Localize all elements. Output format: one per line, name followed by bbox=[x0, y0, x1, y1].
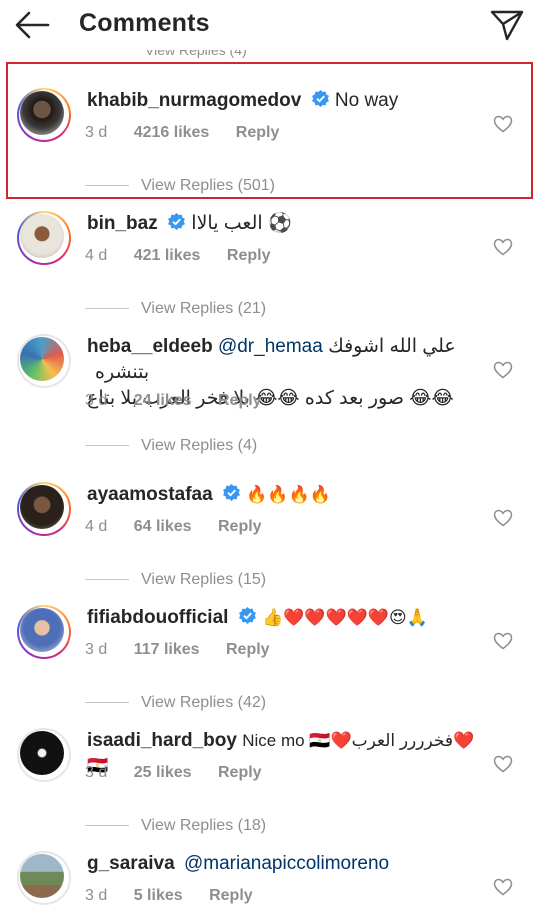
verified-badge-icon bbox=[311, 89, 329, 108]
view-replies-label: View Replies (18) bbox=[141, 817, 267, 834]
paper-plane-icon[interactable] bbox=[490, 9, 524, 41]
avatar[interactable] bbox=[17, 334, 71, 388]
reply-button[interactable]: Reply bbox=[227, 247, 271, 264]
avatar[interactable] bbox=[17, 482, 71, 536]
avatar[interactable] bbox=[17, 728, 71, 782]
comment-username[interactable]: fifiabdouofficial bbox=[87, 607, 228, 628]
likes-count[interactable]: 24 likes bbox=[134, 392, 192, 409]
avatar[interactable] bbox=[17, 211, 71, 265]
comment-item: g_saraiva @marianapiccolimoreno 3 d 5 li… bbox=[0, 839, 541, 920]
view-replies-label: View Replies (4) bbox=[141, 437, 258, 454]
comment-text: 🔥🔥🔥🔥 bbox=[246, 485, 331, 504]
comment-mention[interactable]: @dr_hemaa bbox=[218, 336, 323, 357]
likes-count[interactable]: 25 likes bbox=[134, 764, 192, 781]
comment-username[interactable]: bin_baz bbox=[87, 213, 158, 234]
reply-button[interactable]: Reply bbox=[209, 887, 253, 904]
comment-age: 3 d bbox=[85, 764, 108, 781]
page-title: Comments bbox=[79, 9, 210, 37]
likes-count[interactable]: 64 likes bbox=[134, 518, 192, 535]
comment-text: 👍❤️❤️❤️❤️❤️😍🙏 bbox=[262, 608, 428, 627]
likes-count[interactable]: 4216 likes bbox=[134, 124, 210, 141]
comment-text: العب يالاا ⚽ bbox=[191, 213, 292, 234]
verified-badge-icon bbox=[223, 483, 240, 502]
view-replies-link[interactable]: View Replies (15) bbox=[85, 571, 266, 589]
comment-age: 3 d bbox=[85, 887, 108, 904]
comment-age: 3 d bbox=[85, 392, 108, 409]
avatar[interactable] bbox=[17, 88, 71, 142]
view-replies-link[interactable]: View Replies (21) bbox=[85, 300, 266, 318]
heart-icon[interactable] bbox=[493, 115, 513, 133]
comment-item: ayaamostafaa 🔥🔥🔥🔥 4 d 64 likes Reply Vie… bbox=[0, 470, 541, 593]
comment-item: heba__eldeeb @dr_hemaa علي الله اشوفك بت… bbox=[0, 322, 541, 470]
heart-icon[interactable] bbox=[493, 632, 513, 650]
comment-username[interactable]: isaadi_hard_boy bbox=[87, 730, 237, 751]
heart-icon[interactable] bbox=[493, 509, 513, 527]
view-replies-label: View Replies (15) bbox=[141, 571, 267, 588]
comment-text: No way bbox=[334, 90, 399, 111]
view-replies-label: View Replies (42) bbox=[141, 694, 267, 711]
view-replies-link[interactable]: View Replies (42) bbox=[85, 694, 266, 712]
comment-mention[interactable]: @marianapiccolimoreno bbox=[184, 853, 389, 874]
reply-button[interactable]: Reply bbox=[218, 764, 262, 781]
comment-username[interactable]: khabib_nurmagomedov bbox=[87, 90, 301, 111]
reply-button[interactable]: Reply bbox=[236, 124, 280, 141]
view-replies-link[interactable]: View Replies (4) bbox=[85, 437, 257, 455]
comment-username[interactable]: heba__eldeeb bbox=[87, 336, 213, 357]
view-replies-link[interactable]: View Replies (501) bbox=[85, 177, 275, 195]
likes-count[interactable]: 5 likes bbox=[134, 887, 183, 904]
comment-username[interactable]: ayaamostafaa bbox=[87, 484, 213, 505]
avatar[interactable] bbox=[17, 851, 71, 905]
header-bar: Comments bbox=[0, 0, 541, 50]
heart-icon[interactable] bbox=[493, 238, 513, 256]
view-replies-label: View Replies (501) bbox=[141, 177, 275, 194]
arrow-left-icon[interactable] bbox=[14, 10, 50, 40]
comment-age: 4 d bbox=[85, 247, 108, 264]
reply-button[interactable]: Reply bbox=[226, 641, 270, 658]
comment-username[interactable]: g_saraiva bbox=[87, 853, 175, 874]
view-replies-label: View Replies (21) bbox=[141, 300, 267, 317]
heart-icon[interactable] bbox=[493, 878, 513, 896]
reply-button[interactable]: Reply bbox=[218, 518, 262, 535]
likes-count[interactable]: 117 likes bbox=[134, 641, 200, 658]
comment-item: isaadi_hard_boy Nice mo 🇪🇬❤️فخرررر العرب… bbox=[0, 716, 541, 839]
comment-age: 3 d bbox=[85, 124, 108, 141]
comment-age: 4 d bbox=[85, 518, 108, 535]
heart-icon[interactable] bbox=[493, 361, 513, 379]
heart-icon[interactable] bbox=[493, 755, 513, 773]
likes-count[interactable]: 421 likes bbox=[134, 247, 201, 264]
comment-item: khabib_nurmagomedov No way 3 d 4216 like… bbox=[0, 76, 541, 199]
avatar[interactable] bbox=[17, 605, 71, 659]
reply-button[interactable]: Reply bbox=[218, 392, 262, 409]
verified-badge-icon bbox=[168, 212, 185, 231]
comment-item: bin_baz العب يالاا ⚽ 4 d 421 likes Reply… bbox=[0, 199, 541, 322]
verified-badge-icon bbox=[238, 606, 256, 625]
view-replies-link[interactable]: View Replies (18) bbox=[85, 817, 266, 835]
comment-age: 3 d bbox=[85, 641, 108, 658]
comment-item: fifiabdouofficial 👍❤️❤️❤️❤️❤️😍🙏 3 d 117 … bbox=[0, 593, 541, 716]
